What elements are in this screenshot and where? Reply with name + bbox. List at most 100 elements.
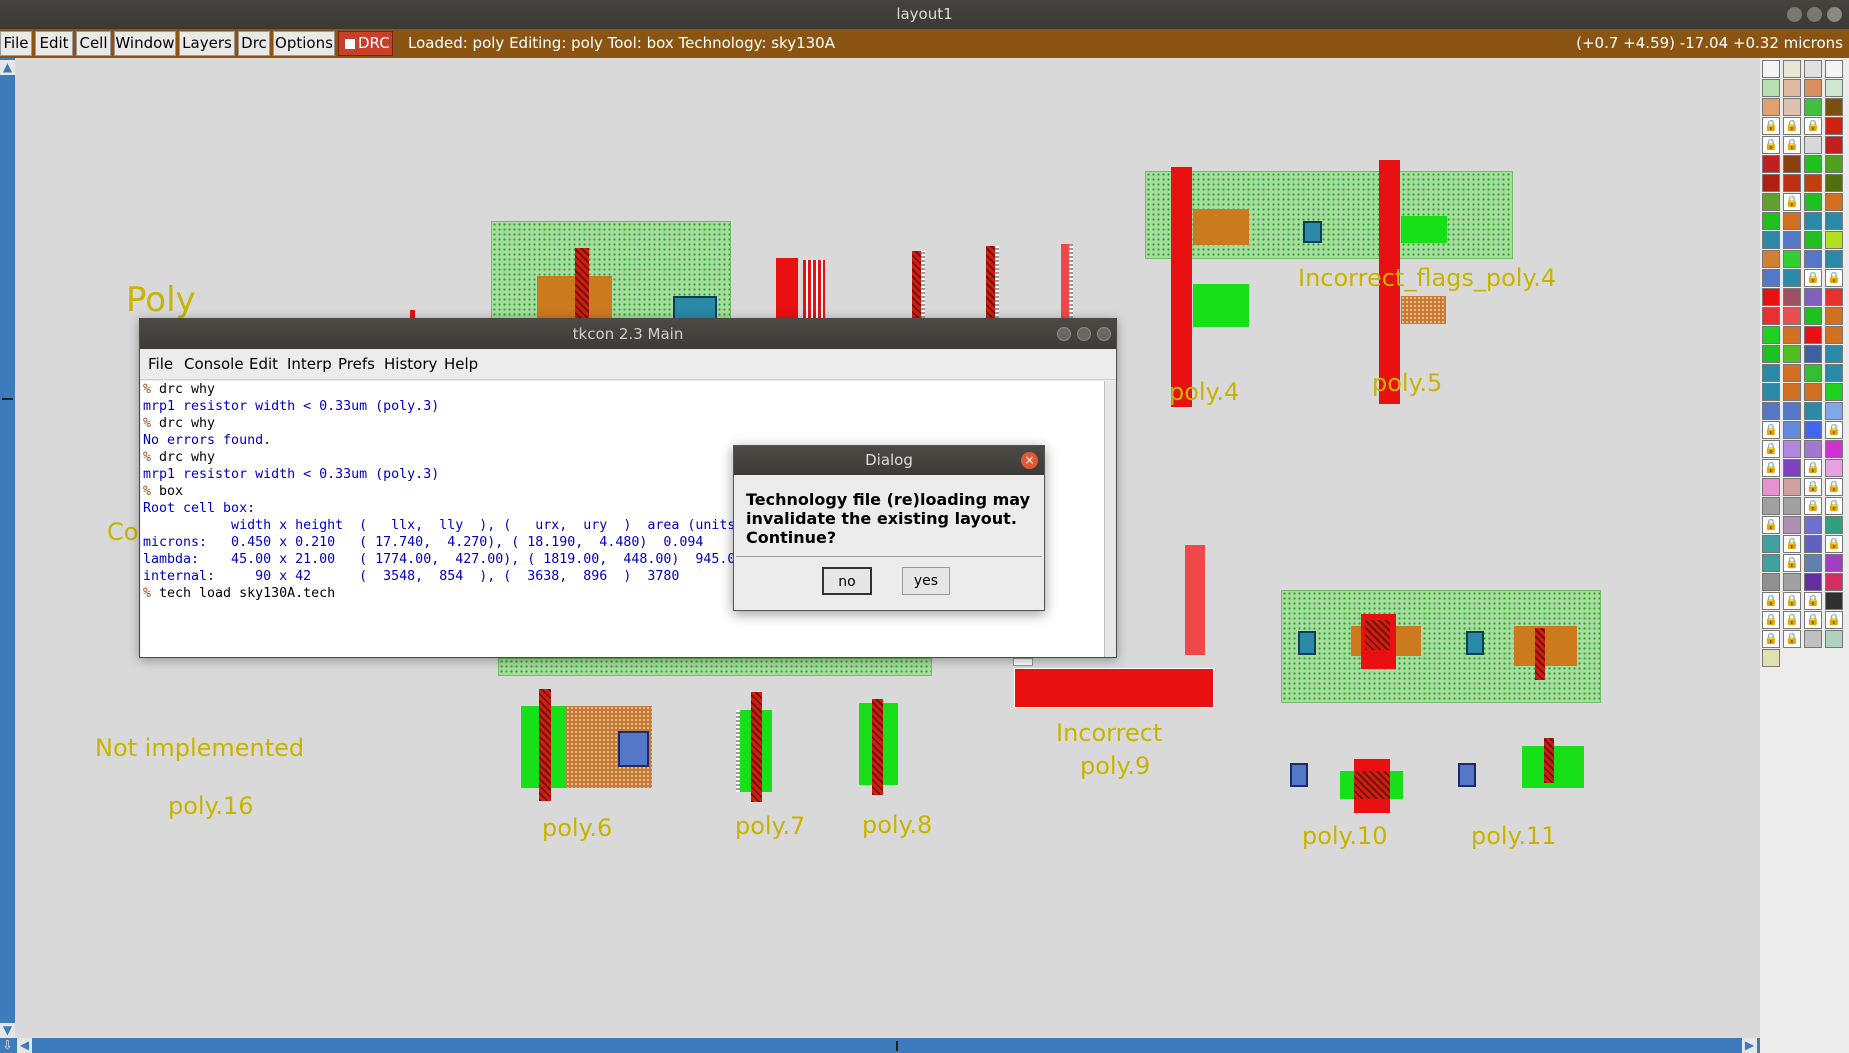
layer-swatch[interactable]	[1804, 98, 1822, 116]
layer-swatch[interactable]	[1825, 212, 1843, 230]
layer-swatch[interactable]	[1825, 307, 1843, 325]
layer-swatch[interactable]	[1825, 136, 1843, 154]
layer-swatch[interactable]	[1783, 440, 1801, 458]
layer-swatch[interactable]	[1783, 174, 1801, 192]
lock-icon[interactable]: 🔒	[1762, 117, 1780, 135]
layer-swatch[interactable]	[1804, 421, 1822, 439]
vertical-scrollbar[interactable]: ▲ ▼	[0, 58, 15, 1038]
layer-swatch[interactable]	[1825, 288, 1843, 306]
layer-swatch[interactable]	[1783, 250, 1801, 268]
layer-swatch[interactable]	[1804, 440, 1822, 458]
lock-icon[interactable]: 🔒	[1783, 630, 1801, 648]
layer-swatch[interactable]	[1762, 174, 1780, 192]
lock-icon[interactable]: 🔒	[1762, 516, 1780, 534]
lock-icon[interactable]: 🔒	[1804, 478, 1822, 496]
lock-icon[interactable]: 🔒	[1804, 269, 1822, 287]
layer-swatch[interactable]	[1825, 402, 1843, 420]
minimize-button[interactable]	[1057, 327, 1071, 341]
layer-swatch[interactable]	[1762, 326, 1780, 344]
layer-swatch[interactable]	[1825, 326, 1843, 344]
layer-swatch[interactable]	[1804, 231, 1822, 249]
tkcon-menu-help[interactable]: Help	[444, 355, 478, 373]
layer-swatch[interactable]	[1762, 364, 1780, 382]
lock-icon[interactable]: 🔒	[1783, 136, 1801, 154]
layer-swatch[interactable]	[1783, 345, 1801, 363]
scroll-left-arrow-icon[interactable]: ◀	[17, 1038, 32, 1053]
layer-swatch[interactable]	[1804, 136, 1822, 154]
lock-icon[interactable]: 🔒	[1762, 630, 1780, 648]
layer-swatch[interactable]	[1762, 60, 1780, 78]
menu-options[interactable]: Options	[273, 31, 335, 56]
layer-swatch[interactable]	[1804, 307, 1822, 325]
layer-swatch[interactable]	[1825, 554, 1843, 572]
layer-swatch[interactable]	[1762, 573, 1780, 591]
layer-swatch[interactable]	[1783, 288, 1801, 306]
layer-swatch[interactable]	[1804, 326, 1822, 344]
maximize-button[interactable]	[1807, 7, 1822, 22]
layer-swatch[interactable]	[1783, 421, 1801, 439]
tkcon-menu-history[interactable]: History	[384, 355, 437, 373]
lock-icon[interactable]: 🔒	[1762, 592, 1780, 610]
layer-swatch[interactable]	[1762, 79, 1780, 97]
layer-swatch[interactable]	[1825, 193, 1843, 211]
layer-swatch[interactable]	[1825, 174, 1843, 192]
tkcon-menu-console[interactable]: Console	[184, 355, 244, 373]
layer-swatch[interactable]	[1804, 573, 1822, 591]
layer-swatch[interactable]	[1783, 307, 1801, 325]
dialog-close-icon[interactable]: ×	[1021, 452, 1038, 469]
layer-swatch[interactable]	[1783, 98, 1801, 116]
layer-swatch[interactable]	[1762, 193, 1780, 211]
no-button[interactable]: no	[822, 567, 872, 595]
layer-swatch[interactable]	[1783, 402, 1801, 420]
layer-swatch[interactable]	[1825, 573, 1843, 591]
layer-swatch[interactable]	[1762, 345, 1780, 363]
lock-icon[interactable]: 🔒	[1783, 535, 1801, 553]
lock-icon[interactable]: 🔒	[1762, 440, 1780, 458]
layer-swatch[interactable]	[1783, 573, 1801, 591]
console-scrollbar[interactable]	[1104, 381, 1116, 657]
layer-swatch[interactable]	[1804, 554, 1822, 572]
lock-icon[interactable]: 🔒	[1825, 497, 1843, 515]
layer-swatch[interactable]	[1762, 212, 1780, 230]
scroll-right-arrow-icon[interactable]: ▶	[1742, 1038, 1757, 1053]
layer-swatch[interactable]	[1762, 307, 1780, 325]
layer-swatch[interactable]	[1762, 155, 1780, 173]
layer-swatch[interactable]	[1783, 155, 1801, 173]
scroll-down-arrow-icon[interactable]: ▼	[0, 1023, 15, 1038]
layer-swatch[interactable]	[1804, 345, 1822, 363]
menu-window[interactable]: Window	[114, 31, 176, 56]
layer-swatch[interactable]	[1825, 516, 1843, 534]
lock-icon[interactable]: 🔒	[1762, 611, 1780, 629]
maximize-button[interactable]	[1077, 327, 1091, 341]
lock-icon[interactable]: 🔒	[1783, 592, 1801, 610]
layer-swatch[interactable]	[1762, 250, 1780, 268]
layer-swatch[interactable]	[1762, 383, 1780, 401]
layer-swatch[interactable]	[1804, 516, 1822, 534]
lock-icon[interactable]: 🔒	[1762, 136, 1780, 154]
layer-swatch[interactable]	[1825, 592, 1843, 610]
lock-icon[interactable]: 🔒	[1804, 497, 1822, 515]
layer-swatch[interactable]	[1783, 231, 1801, 249]
layer-swatch[interactable]	[1804, 535, 1822, 553]
layer-swatch[interactable]	[1825, 79, 1843, 97]
layer-swatch[interactable]	[1783, 459, 1801, 477]
lock-icon[interactable]: 🔒	[1762, 421, 1780, 439]
scroll-thumb[interactable]	[2, 398, 13, 400]
layer-swatch[interactable]	[1783, 326, 1801, 344]
layer-swatch[interactable]	[1804, 193, 1822, 211]
layer-swatch[interactable]	[1762, 288, 1780, 306]
layer-swatch[interactable]	[1783, 478, 1801, 496]
close-button[interactable]	[1097, 327, 1111, 341]
layer-swatch[interactable]	[1762, 402, 1780, 420]
lock-icon[interactable]: 🔒	[1825, 611, 1843, 629]
menu-layers[interactable]: Layers	[179, 31, 235, 56]
yes-button[interactable]: yes	[902, 567, 950, 595]
layer-swatch[interactable]	[1804, 402, 1822, 420]
menu-edit[interactable]: Edit	[35, 31, 73, 56]
lock-icon[interactable]: 🔒	[1804, 592, 1822, 610]
layer-swatch[interactable]	[1804, 212, 1822, 230]
layer-swatch[interactable]	[1762, 478, 1780, 496]
menu-drc[interactable]: Drc	[238, 31, 270, 56]
layer-swatch[interactable]	[1762, 649, 1780, 667]
tkcon-menu-interp[interactable]: Interp	[287, 355, 332, 373]
